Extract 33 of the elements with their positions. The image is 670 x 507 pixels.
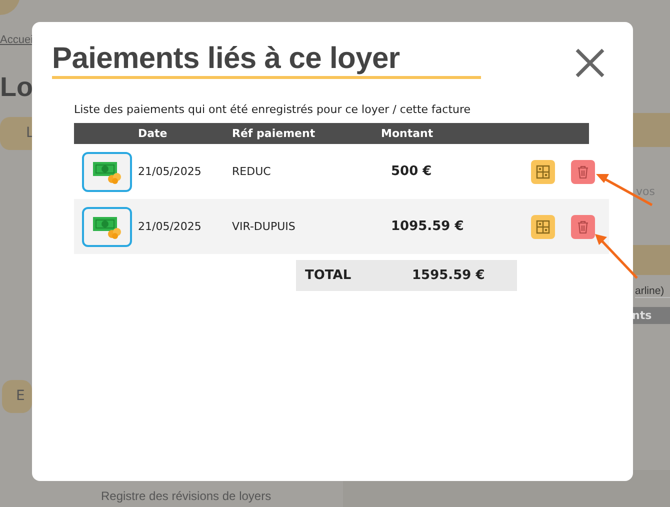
table-cell-text: 21/05/2025: [138, 165, 202, 178]
table-cell-text: 21/05/2025: [138, 220, 202, 233]
modal-title: Paiements liés à ce loyer: [52, 42, 481, 79]
column-header: Montant: [381, 127, 434, 140]
payment-button[interactable]: [82, 206, 132, 246]
total-label: TOTAL: [305, 268, 352, 283]
table-cell-text: VIR-DUPUIS: [232, 220, 296, 233]
payment-button[interactable]: [82, 152, 132, 192]
money-icon: [92, 160, 122, 184]
grid-button[interactable]: [531, 160, 555, 184]
trash-icon: [577, 220, 589, 234]
menu-link[interactable]: Registre des révisions de loyers: [101, 489, 272, 503]
table-cell-text: 500 €: [390, 164, 433, 179]
total-value: 1595.59 €: [412, 268, 485, 283]
page-heading: Lo: [0, 72, 33, 103]
grid-icon: [536, 220, 550, 234]
column-header: Réf paiement: [232, 127, 316, 140]
trash-icon: [577, 164, 589, 178]
panel-text: arline): [635, 285, 670, 298]
table-cell-text: 1095.59 €: [390, 219, 465, 234]
trash-button[interactable]: [571, 214, 595, 238]
menu-button[interactable]: E: [2, 380, 32, 413]
close-icon[interactable]: [575, 48, 605, 78]
arrow: [595, 234, 638, 279]
arrow: [596, 174, 653, 206]
trash-button[interactable]: [571, 160, 595, 184]
money-icon: [92, 214, 122, 238]
description-text: Liste des paiements qui ont été enregistrés pour ce loyer / cette facture: [74, 103, 472, 117]
column-header: Date: [138, 127, 168, 140]
table-cell-text: REDUC: [232, 165, 272, 178]
grid-button[interactable]: [531, 214, 555, 238]
grid-icon: [536, 164, 550, 178]
breadcrumb-link[interactable]: Accuei: [0, 34, 34, 46]
